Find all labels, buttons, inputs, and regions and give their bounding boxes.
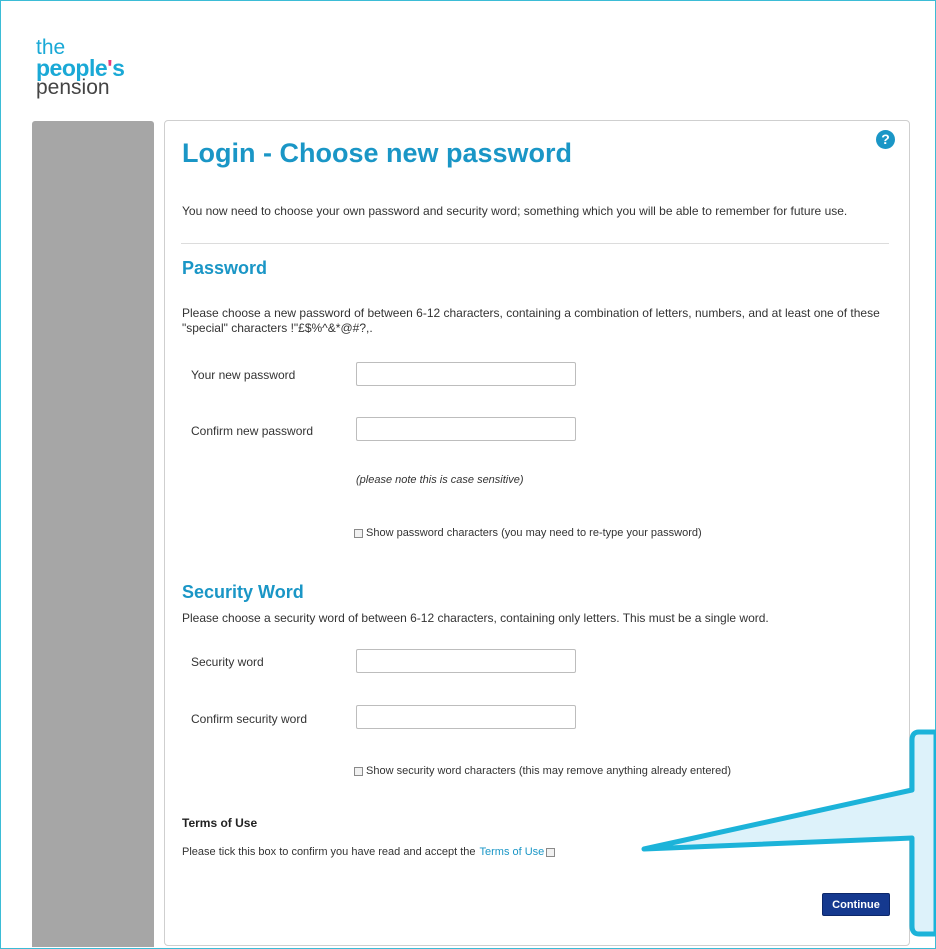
security-word-input[interactable] (356, 649, 576, 673)
terms-of-use-link[interactable]: Terms of Use (480, 846, 545, 858)
confirm-security-word-label: Confirm security word (191, 712, 308, 726)
continue-button[interactable]: Continue (822, 893, 890, 916)
show-security-word-label: Show security word characters (this may … (366, 765, 731, 777)
new-password-label: Your new password (191, 368, 296, 382)
intro-text: You now need to choose your own password… (182, 204, 848, 218)
show-security-word-checkbox-row[interactable]: Show security word characters (this may … (354, 765, 731, 777)
confirm-security-word-input[interactable] (356, 705, 576, 729)
show-password-label: Show password characters (you may need t… (366, 527, 702, 539)
security-word-description: Please choose a security word of between… (182, 611, 769, 625)
peoples-pension-logo[interactable]: the people's pension (36, 37, 125, 99)
new-password-input[interactable] (356, 362, 576, 386)
terms-heading: Terms of Use (182, 816, 258, 830)
security-word-heading: Security Word (182, 582, 304, 602)
show-password-checkbox-row[interactable]: Show password characters (you may need t… (354, 527, 702, 539)
password-heading: Password (182, 258, 268, 278)
terms-row: Please tick this box to confirm you have… (182, 846, 558, 858)
divider (181, 243, 889, 244)
logo-peoples: people's (36, 55, 125, 81)
accept-terms-checkbox[interactable] (546, 847, 556, 857)
password-description: Please choose a new password of between … (182, 306, 880, 335)
left-sidebar (32, 121, 154, 947)
show-password-checkbox[interactable] (354, 528, 363, 538)
page-title: Login - Choose new password (182, 138, 573, 168)
confirm-password-label: Confirm new password (191, 424, 314, 438)
logo-pension: pension (36, 76, 110, 99)
question-icon[interactable]: ? (876, 130, 895, 149)
confirm-password-input[interactable] (356, 417, 576, 441)
case-sensitive-note: (please note this is case sensitive) (356, 474, 524, 486)
security-word-label: Security word (191, 655, 264, 669)
show-security-word-checkbox[interactable] (354, 766, 363, 776)
terms-text: Please tick this box to confirm you have… (182, 846, 476, 858)
